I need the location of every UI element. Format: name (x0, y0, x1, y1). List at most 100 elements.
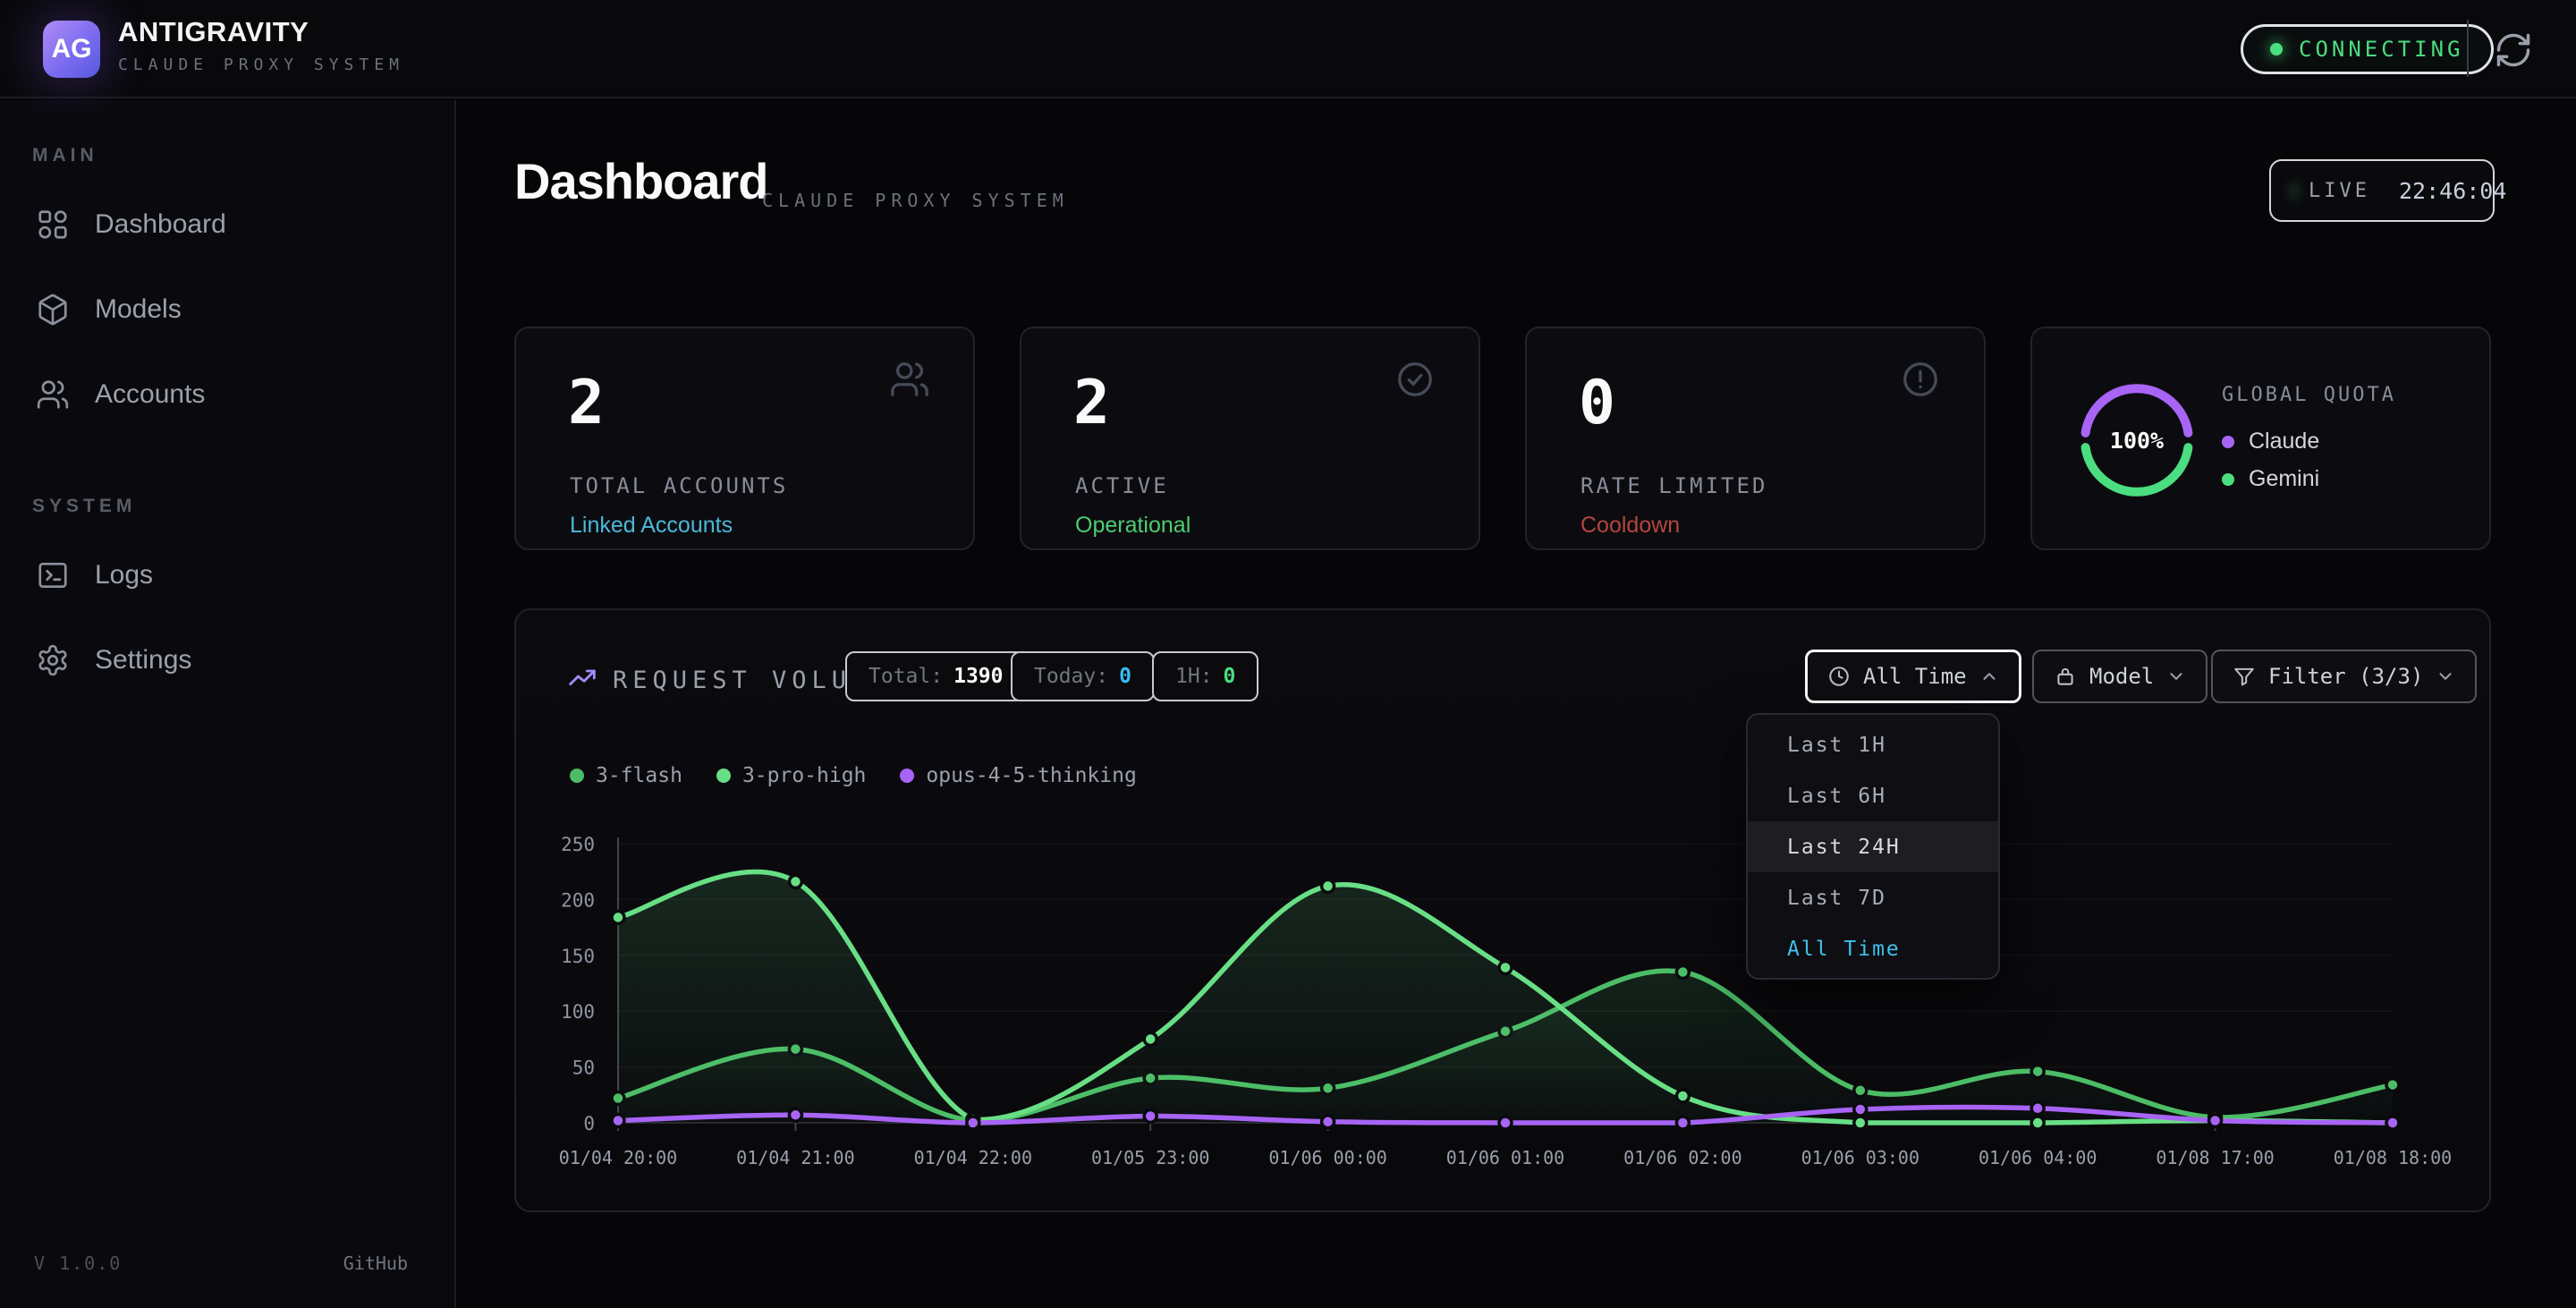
svg-text:50: 50 (572, 1057, 595, 1079)
svg-text:100%: 100% (2110, 428, 2164, 454)
sidebar: MAIN Dashboard Models Accounts SYSTEM Lo… (0, 100, 456, 1308)
quota-legend-gemini: Gemini (2222, 466, 2319, 492)
chip-label: Total: (869, 665, 943, 688)
gear-icon (36, 643, 70, 677)
card-sublabel: Cooldown (1580, 513, 1680, 539)
funnel-icon (2233, 665, 2256, 688)
dashboard-grid-icon (36, 208, 70, 242)
dropdown-option-all-time[interactable]: All Time (1748, 923, 1998, 974)
connection-status-label: CONNECTING (2299, 37, 2464, 62)
card-label: TOTAL ACCOUNTS (570, 473, 788, 498)
card-rate-limited: 0 RATE LIMITED Cooldown (1525, 327, 1986, 550)
live-status-badge: LIVE 22:46:04 (2269, 159, 2495, 222)
clock-value: 22:46:04 (2399, 178, 2506, 204)
chart-legend: 3-flash 3-pro-high opus-4-5-thinking (570, 764, 1137, 787)
sidebar-item-label: Accounts (95, 379, 205, 410)
quota-donut-chart: 100% (2072, 375, 2202, 505)
sidebar-item-logs[interactable]: Logs (0, 546, 456, 605)
quota-legend-label: Gemini (2249, 466, 2319, 492)
card-total-accounts: 2 TOTAL ACCOUNTS Linked Accounts (514, 327, 975, 550)
box-icon (2054, 665, 2077, 688)
svg-text:0: 0 (583, 1113, 595, 1134)
time-range-button[interactable]: All Time (1805, 650, 2021, 703)
svg-text:01/08 18:00: 01/08 18:00 (2334, 1147, 2452, 1168)
hour-requests-chip: 1H: 0 (1152, 651, 1258, 701)
total-accounts-value: 2 (568, 368, 605, 438)
dropdown-option-last-24h[interactable]: Last 24H (1748, 821, 1998, 872)
sidebar-item-label: Models (95, 294, 182, 325)
chip-label: Today: (1034, 665, 1108, 688)
terminal-icon (36, 558, 70, 592)
live-label: LIVE (2309, 180, 2370, 202)
dropdown-option-last-1h[interactable]: Last 1H (1748, 719, 1998, 770)
dropdown-option-last-7d[interactable]: Last 7D (1748, 872, 1998, 923)
svg-text:01/04 20:00: 01/04 20:00 (559, 1147, 677, 1168)
time-range-label: All Time (1863, 664, 1967, 689)
dropdown-option-last-6h[interactable]: Last 6H (1748, 770, 1998, 821)
svg-text:200: 200 (561, 889, 595, 911)
sidebar-item-label: Logs (95, 560, 153, 590)
sidebar-item-label: Dashboard (95, 209, 226, 240)
quota-label: GLOBAL QUOTA (2222, 384, 2396, 406)
svg-text:01/06 00:00: 01/06 00:00 (1268, 1147, 1386, 1168)
sidebar-item-models[interactable]: Models (0, 280, 456, 339)
chip-value: 1390 (953, 665, 1003, 688)
sidebar-item-accounts[interactable]: Accounts (0, 365, 456, 424)
svg-text:01/06 01:00: 01/06 01:00 (1446, 1147, 1564, 1168)
svg-text:01/04 21:00: 01/04 21:00 (736, 1147, 854, 1168)
app-subtitle: CLAUDE PROXY SYSTEM (118, 55, 404, 74)
chevron-down-icon (2436, 667, 2455, 686)
chevron-up-icon (1979, 667, 1999, 686)
sidebar-item-dashboard[interactable]: Dashboard (0, 195, 456, 254)
trending-up-icon (568, 664, 597, 692)
series-dot-icon (570, 769, 584, 783)
quota-legend-claude: Claude (2222, 429, 2319, 454)
svg-text:150: 150 (561, 946, 595, 967)
legend-label: 3-pro-high (742, 764, 866, 787)
legend-item-3-pro-high[interactable]: 3-pro-high (716, 764, 866, 787)
chip-label: 1H: (1175, 665, 1213, 688)
page-subtitle: CLAUDE PROXY SYSTEM (762, 190, 1069, 211)
series-dot-icon (716, 769, 731, 783)
request-volume-panel: REQUEST VOLUME Total: 1390 Today: 0 1H: … (514, 608, 2491, 1212)
filter-label: Filter (3/3) (2268, 664, 2423, 689)
quota-legend-label: Claude (2249, 429, 2319, 454)
app-title: ANTIGRAVITY (118, 16, 309, 48)
clock-icon (1827, 665, 1851, 688)
alert-circle-icon (1900, 359, 1941, 400)
app-version: V 1.0.0 (34, 1253, 122, 1274)
chevron-down-icon (2166, 667, 2186, 686)
filter-button[interactable]: Filter (3/3) (2211, 650, 2477, 703)
legend-item-opus-4-5-thinking[interactable]: opus-4-5-thinking (900, 764, 1136, 787)
today-requests-chip: Today: 0 (1011, 651, 1155, 701)
sidebar-item-settings[interactable]: Settings (0, 631, 456, 690)
users-icon (36, 378, 70, 412)
card-sublabel: Linked Accounts (570, 513, 733, 539)
legend-label: opus-4-5-thinking (926, 764, 1136, 787)
topbar-divider (2467, 20, 2469, 77)
chip-value: 0 (1119, 665, 1131, 688)
connection-status-badge[interactable]: CONNECTING (2241, 24, 2494, 74)
svg-text:250: 250 (561, 834, 595, 855)
chip-value: 0 (1224, 665, 1236, 688)
svg-text:01/06 03:00: 01/06 03:00 (1801, 1147, 1919, 1168)
series-dot-icon (900, 769, 914, 783)
request-volume-line-chart: 0 50 100 150 200 250 01/04 20:00 01/04 21:00 01/… (516, 834, 2493, 1210)
main-content: Dashboard CLAUDE PROXY SYSTEM LIVE 22:46… (458, 100, 2576, 1308)
svg-text:100: 100 (561, 1001, 595, 1023)
check-circle-icon (1394, 359, 1436, 400)
active-value: 2 (1073, 368, 1110, 438)
svg-text:01/06 02:00: 01/06 02:00 (1623, 1147, 1741, 1168)
refresh-button[interactable] (2494, 30, 2533, 70)
users-icon (889, 359, 930, 400)
app-logo-text: AG (52, 34, 92, 64)
sidebar-section-system: SYSTEM (32, 496, 136, 517)
svg-text:01/06 04:00: 01/06 04:00 (1979, 1147, 2097, 1168)
model-filter-button[interactable]: Model (2032, 650, 2207, 703)
legend-item-3-flash[interactable]: 3-flash (570, 764, 682, 787)
svg-text:01/08 17:00: 01/08 17:00 (2156, 1147, 2274, 1168)
time-range-dropdown: Last 1H Last 6H Last 24H Last 7D All Tim… (1746, 713, 2000, 980)
github-link[interactable]: GitHub (343, 1253, 408, 1274)
claude-dot-icon (2222, 436, 2234, 448)
card-label: RATE LIMITED (1580, 473, 1767, 498)
